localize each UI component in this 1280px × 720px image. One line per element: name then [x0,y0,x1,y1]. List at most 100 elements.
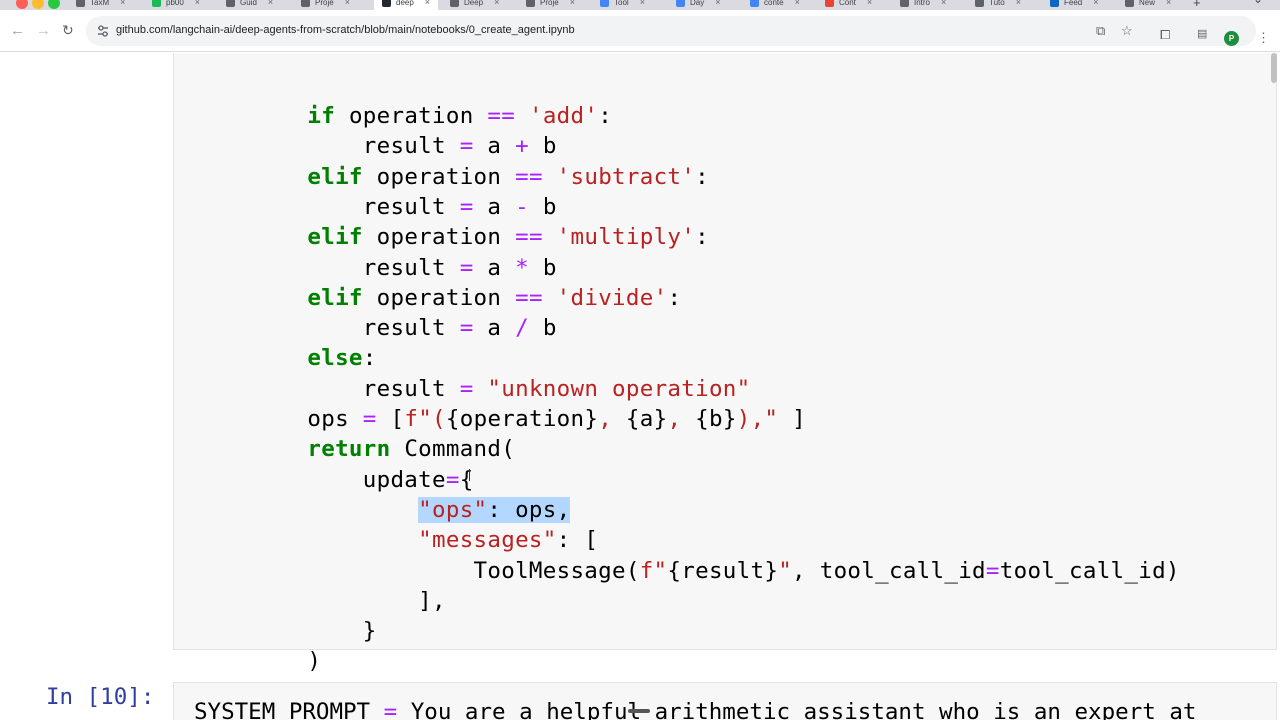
vertical-scrollbar[interactable] [1271,53,1277,83]
tab-favicon-icon [825,0,834,7]
tab-favicon-icon [382,0,391,7]
tab-favicon-icon [450,0,459,7]
tab-close-icon[interactable]: × [120,0,125,7]
new-tab-button[interactable]: + [1193,0,1201,10]
code-line: if operation == 'add': [307,103,613,129]
code-line: result = a + b [252,133,557,160]
next-cell-code: SYSTEM_PROMPT = You are a helpful arithm… [194,699,1197,720]
menu-kebab-icon[interactable]: ⋮ [1257,30,1270,45]
tab-label: Tuto [989,0,1005,7]
browser-toolbar: ← → ↻ github.com/langchain-ai/deep-agent… [0,10,1280,52]
browser-tab[interactable]: Day × [676,0,721,10]
tab-label: Proje [315,0,334,7]
horizontal-scrollbar[interactable] [628,709,650,713]
browser-tab[interactable]: deep × [374,0,439,10]
tab-label: Tool [614,0,629,7]
tab-close-icon[interactable]: × [1166,0,1171,7]
tab-favicon-icon [226,0,235,7]
url-text[interactable]: github.com/langchain-ai/deep-agents-from… [116,24,575,36]
tab-label: deep [396,0,414,7]
tab-label: Day [690,0,705,7]
install-app-icon[interactable]: ⧉ [1096,23,1105,38]
notebook-view: if operation == 'add': result = a + b el… [0,53,1280,720]
browser-tab[interactable]: conte × [750,0,800,10]
tab-close-icon[interactable]: × [570,0,575,7]
address-bar[interactable]: github.com/langchain-ai/deep-agents-from… [86,16,1256,46]
tab-close-icon[interactable]: × [1016,0,1021,7]
browser-tab[interactable]: Guid × [226,0,273,10]
code-line: "ops": ops, [418,496,571,523]
tab-favicon-icon [750,0,759,7]
browser-tab[interactable]: Cont × [825,0,872,10]
tab-close-icon[interactable]: × [941,0,946,7]
code-line: ops = [f"({operation}, {a}, {b})," ] [252,406,806,432]
code-line: else: [307,345,377,372]
browser-tab[interactable]: Deep × [450,0,499,10]
browser-tab[interactable]: Proje × [301,0,350,10]
code-line: elif operation == 'divide': [307,284,682,311]
tab-close-icon[interactable]: × [345,0,350,7]
forward-icon[interactable]: → [36,23,51,38]
sidebar-icon[interactable]: ▤ [1197,27,1207,42]
tab-favicon-icon [975,0,984,7]
tab-label: pb00 [166,0,184,7]
text-cursor [469,469,470,481]
tab-label: Proje [540,0,559,7]
tab-close-icon[interactable]: × [268,0,273,7]
browser-tab[interactable]: pb00 × [152,0,200,10]
close-window-button[interactable] [16,0,28,9]
back-icon[interactable]: ← [10,23,25,38]
minimize-window-button[interactable] [32,0,44,9]
browser-tab[interactable]: Intro × [900,0,946,10]
code-line: update={ [252,466,474,493]
tab-favicon-icon [600,0,609,7]
code-line: return Command( [307,436,516,463]
tab-favicon-icon [526,0,535,7]
code-line: result = a / b [252,315,557,342]
tab-favicon-icon [301,0,310,7]
code-line: result = "unknown operation" [252,375,751,402]
browser-tab[interactable]: Proje × [526,0,575,10]
tab-favicon-icon [152,0,161,7]
tab-close-icon[interactable]: × [195,0,200,7]
cell-prompt: In [10]: [46,684,155,710]
tab-close-icon[interactable]: × [640,0,645,7]
browser-tab[interactable]: New × [1125,0,1171,10]
browser-tab[interactable]: Tuto × [975,0,1021,10]
tab-label: Deep [464,0,484,7]
maximize-window-button[interactable] [48,0,60,9]
tab-favicon-icon [76,0,85,7]
code-line: elif operation == 'multiply': [307,224,709,251]
tab-close-icon[interactable]: × [1093,0,1098,7]
next-code-cell: SYSTEM_PROMPT = You are a helpful arithm… [173,682,1277,720]
browser-tab[interactable]: Feed × [1050,0,1099,10]
extensions-icon[interactable]: ⧠ [1160,27,1170,42]
tab-label: Guid [240,0,257,7]
bookmark-star-icon[interactable]: ☆ [1121,23,1133,38]
code-line: ], [252,587,446,614]
tab-close-icon[interactable]: × [867,0,872,7]
tab-close-icon[interactable]: × [715,0,720,7]
tab-favicon-icon [1125,0,1134,7]
code-line: result = a * b [252,254,557,281]
tab-label: conte [764,0,784,7]
tab-label: Intro [914,0,931,7]
reload-icon[interactable]: ↻ [62,23,74,38]
browser-tab[interactable]: TaxM × [76,0,125,10]
tab-close-icon[interactable]: × [795,0,800,7]
tab-label: TaxM [90,0,110,7]
browser-tab[interactable]: Tool × [600,0,645,10]
tab-close-icon[interactable]: × [494,0,499,7]
tab-label: New [1139,0,1156,7]
profile-avatar[interactable]: P [1224,31,1239,46]
tab-favicon-icon [900,0,909,7]
tab-favicon-icon [676,0,685,7]
tab-strip: TaxM × pb00 × Guid × Proje × deep × Deep × Proje × Too… [0,0,1280,10]
code-line: result = a - b [252,193,557,220]
tab-search-icon[interactable]: ⌄ [1253,0,1263,6]
tab-label: Cont [839,0,856,7]
code-line: ) [252,648,322,675]
tab-close-icon[interactable]: × [425,0,430,7]
code-line: elif operation == 'subtract': [307,163,709,190]
site-settings-icon[interactable] [96,24,110,38]
